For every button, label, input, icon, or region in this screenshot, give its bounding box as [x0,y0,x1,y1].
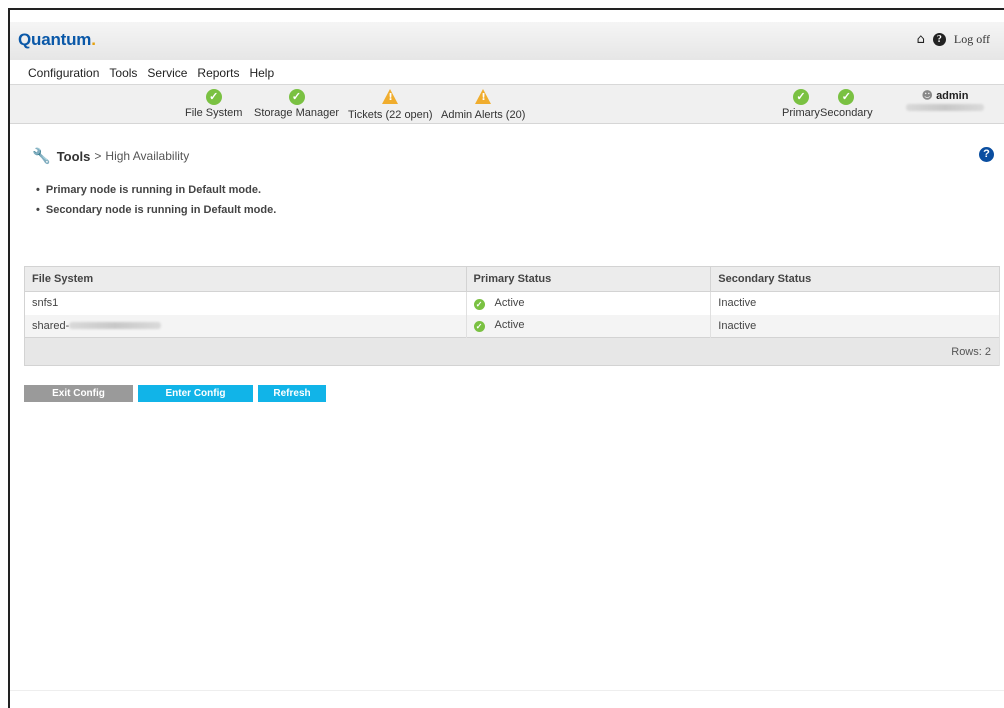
cell-file-system: shared- [24,314,467,338]
action-buttons: Exit Config Mode Enter Config Mode Refre… [24,385,326,416]
ha-filesystem-table: File System Primary Status Secondary Sta… [24,266,1000,366]
check-icon: ✓ [473,321,485,333]
app-header [10,22,1004,60]
logo-dot: . [91,30,96,49]
page-help-icon[interactable]: ? [979,147,994,162]
status-secondary[interactable]: ✓ Secondary [820,89,873,119]
wrench-icon: 🔧 [32,147,51,165]
status-file-system[interactable]: ✓ File System [185,89,242,119]
cell-primary-status: ✓ Active [466,314,712,338]
primary-status-text: Active [494,296,525,309]
row-count: Rows: 2 [24,337,1000,366]
table-footer-row: Rows: 2 [24,337,1000,366]
menu-reports[interactable]: Reports [197,66,239,80]
status-secondary-label: Secondary [820,107,873,119]
status-primary-label: Primary [782,107,820,119]
table-row[interactable]: shared- ✓ Active Inactive [24,314,1000,338]
status-storage-manager[interactable]: ✓ Storage Manager [254,89,339,119]
home-icon[interactable]: ⌂ [917,32,925,47]
breadcrumb-current-page: High Availability [105,149,190,163]
check-icon: ✓ [205,89,222,105]
menu-help[interactable]: Help [249,66,274,80]
breadcrumb-tools[interactable]: Tools [57,149,91,164]
check-icon: ✓ [838,89,855,105]
status-primary[interactable]: ✓ Primary [782,89,820,119]
status-admin-alerts-label: Admin Alerts (20) [441,109,526,121]
cell-file-system: snfs1 [24,291,467,315]
main-menu: Configuration Tools Service Reports Help [10,61,1004,85]
status-file-system-label: File System [185,107,243,119]
ha-status-messages: Primary node is running in Default mode.… [36,180,276,220]
warning-icon: ! [382,89,399,104]
help-icon[interactable]: ? [932,33,946,46]
check-icon: ✓ [792,89,809,105]
primary-status-text: Active [494,319,525,332]
status-bar: ✓ File System ✓ Storage Manager ! Ticket… [10,85,1004,124]
cell-primary-status: ✓ Active [466,291,712,315]
check-icon: ✓ [288,89,305,105]
username: admin [936,90,969,102]
exit-config-mode-button[interactable]: Exit Config Mode [24,385,133,416]
logoff-link[interactable]: Log off [954,32,990,47]
breadcrumb-separator: > [94,149,102,163]
header-actions: ⌂ ? Log off [917,32,990,47]
quantum-logo[interactable]: Quantum. [18,30,96,50]
user-info[interactable]: ☻ admin [906,89,984,114]
footer-divider [10,690,1004,691]
redacted-text [69,322,162,330]
menu-service[interactable]: Service [147,66,187,80]
status-storage-manager-label: Storage Manager [254,107,339,119]
warning-icon: ! [475,89,492,104]
user-icon: ☻ [921,89,933,102]
cell-secondary-status: Inactive [710,291,1000,315]
redacted-hostname [906,104,984,111]
enter-config-mode-button[interactable]: Enter Config Mode [138,385,253,416]
refresh-button[interactable]: Refresh [258,385,326,402]
status-tickets[interactable]: ! Tickets (22 open) [348,89,433,121]
table-header-row: File System Primary Status Secondary Sta… [24,266,1000,292]
menu-tools[interactable]: Tools [109,66,137,80]
column-header-file-system[interactable]: File System [24,266,467,292]
status-admin-alerts[interactable]: ! Admin Alerts (20) [441,89,525,121]
breadcrumb: 🔧 Tools > High Availability [32,147,189,165]
column-header-primary-status[interactable]: Primary Status [466,266,712,292]
column-header-secondary-status[interactable]: Secondary Status [710,266,1000,292]
file-system-name: shared- [32,319,70,332]
check-icon: ✓ [473,298,485,310]
message-secondary-node: Secondary node is running in Default mod… [36,200,276,220]
logo-text: Quantum [18,30,92,49]
menu-configuration[interactable]: Configuration [28,66,99,80]
status-tickets-label: Tickets (22 open) [348,109,433,121]
message-primary-node: Primary node is running in Default mode. [36,180,276,200]
table-row[interactable]: snfs1 ✓ Active Inactive [24,291,1000,315]
cell-secondary-status: Inactive [710,314,1000,338]
